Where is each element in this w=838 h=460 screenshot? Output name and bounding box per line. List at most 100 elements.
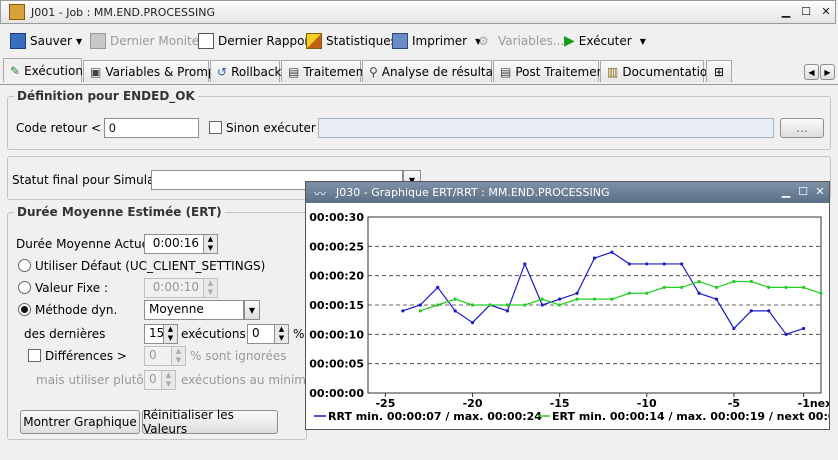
play-icon: ▶ <box>564 33 575 49</box>
reset-values-button[interactable]: Réinitialiser les Valeurs <box>142 408 278 436</box>
else-execute-field[interactable] <box>318 118 774 138</box>
plus-icon: ⊞ <box>713 64 725 79</box>
data-point <box>697 279 701 284</box>
data-point <box>401 309 405 313</box>
percent-label: % <box>293 327 305 341</box>
job-icon <box>9 4 25 20</box>
but-use-label: mais utiliser plutôt: <box>36 373 153 387</box>
processing-icon: ▤ <box>288 64 300 79</box>
maximize-icon[interactable]: ☐ <box>799 5 813 19</box>
chevron-down-icon[interactable]: ▼ <box>76 37 82 46</box>
tab-post-processing[interactable]: ▤ Post Traitement <box>493 60 609 82</box>
data-point <box>714 285 719 289</box>
tab-scroll-left-button[interactable]: ◀ <box>804 64 819 80</box>
tab-documentation[interactable]: ▥ Documentation <box>600 60 715 82</box>
differences-field[interactable]: 0 <box>144 346 172 366</box>
print-button[interactable]: Imprimer ▼ <box>392 32 481 50</box>
close-icon[interactable]: ✕ <box>819 5 833 19</box>
documentation-icon: ▥ <box>607 64 619 79</box>
data-point <box>610 297 614 301</box>
minimize-icon[interactable]: ▁ <box>779 5 793 19</box>
graph-window: 〰 J030 - Graphique ERT/RRT : MM.END.PROC… <box>305 181 830 430</box>
floppy-disk-icon <box>10 33 26 49</box>
dynamic-method-select[interactable]: Moyenne <box>144 300 244 320</box>
fixed-value-radio[interactable] <box>18 281 31 294</box>
data-point <box>662 285 666 289</box>
statistics-label: Statistiques <box>326 34 397 48</box>
tab-scroll-right-button[interactable]: ▶ <box>820 64 835 80</box>
plus-percent-spinner[interactable]: ▲ ▼ <box>275 324 289 344</box>
plus-percent-field[interactable]: 0 <box>247 324 275 344</box>
data-point <box>418 309 422 313</box>
x-tick-label: -5 <box>728 397 740 410</box>
last-report-button[interactable]: Dernier Rapport <box>198 32 314 50</box>
statistics-button[interactable]: Statistiques <box>306 32 397 50</box>
current-duration-field[interactable]: 0:00:16 <box>144 234 204 254</box>
return-code-input[interactable] <box>104 118 199 138</box>
tab-label: Analyse de résultats <box>381 64 504 79</box>
use-default-radio[interactable] <box>18 259 31 272</box>
minimum-field[interactable]: 0 <box>144 370 162 390</box>
last-executions-field[interactable]: 15 <box>144 324 164 344</box>
last-monitor-button[interactable]: Dernier Moniteur <box>90 32 212 50</box>
ignored-label: % sont ignorées <box>190 349 287 363</box>
dynamic-method-radio[interactable] <box>18 303 31 316</box>
data-point <box>801 285 806 289</box>
tab-execution[interactable]: ✎ Exécution <box>3 58 83 82</box>
variables-button[interactable]: ⚙ Variables... <box>478 32 564 50</box>
data-point <box>767 309 771 313</box>
differences-checkbox[interactable] <box>28 349 41 362</box>
toolbar: Sauver ▼ Dernier Moniteur Dernier Rappor… <box>0 28 838 54</box>
data-point <box>575 297 579 301</box>
data-point <box>436 285 440 289</box>
fixed-value-spinner[interactable]: ▲ ▼ <box>204 278 218 298</box>
fixed-value-label: Valeur Fixe : <box>35 281 109 295</box>
data-point <box>767 285 771 289</box>
last-executions-spinner[interactable]: ▲ ▼ <box>164 324 178 344</box>
chevron-down-icon[interactable]: ▼ <box>640 37 646 46</box>
data-point <box>470 303 475 307</box>
variables-label: Variables... <box>498 34 565 48</box>
window-title: J001 - Job : MM.END.PROCESSING <box>31 6 216 19</box>
x-tick-label: -15 <box>550 397 570 410</box>
graph-window-title: J030 - Graphique ERT/RRT : MM.END.PROCES… <box>336 186 610 199</box>
minimize-icon[interactable]: ▁ <box>780 185 792 198</box>
tab-variables-prompts[interactable]: ▣ Variables & Prompts <box>83 60 226 82</box>
browse-button[interactable]: ... <box>780 118 824 138</box>
data-point <box>784 332 788 336</box>
tab-label: Post Traitement <box>515 64 609 79</box>
data-point <box>680 262 684 266</box>
close-icon[interactable]: ✕ <box>814 185 826 198</box>
differences-spinner[interactable]: ▲ ▼ <box>172 346 186 366</box>
data-point <box>732 326 736 331</box>
window-titlebar: J001 - Job : MM.END.PROCESSING ▁ ☐ ✕ <box>0 0 836 24</box>
print-label: Imprimer <box>412 34 468 48</box>
data-point <box>523 303 527 307</box>
show-graph-button[interactable]: Montrer Graphique <box>20 410 140 434</box>
tab-bar: ✎ Exécution ▣ Variables & Prompts ↺ Roll… <box>0 58 838 85</box>
fixed-value-field[interactable]: 0:00:10 <box>144 278 204 298</box>
report-icon <box>198 33 214 49</box>
monitor-icon <box>90 33 106 49</box>
maximize-icon[interactable]: ☐ <box>797 185 809 198</box>
data-point <box>645 262 649 266</box>
rollback-icon: ↺ <box>217 64 228 79</box>
data-point <box>610 250 614 254</box>
graph-icon: 〰 <box>314 187 327 201</box>
tab-processing[interactable]: ▤ Traitement <box>281 60 368 82</box>
else-execute-checkbox[interactable] <box>209 121 222 134</box>
dynamic-method-dropdown-button[interactable]: ▼ <box>244 300 260 320</box>
graph-window-titlebar: 〰 J030 - Graphique ERT/RRT : MM.END.PROC… <box>306 182 829 203</box>
minimum-spinner[interactable]: ▲ ▼ <box>162 370 176 390</box>
execute-button[interactable]: ▶ Exécuter ▼ <box>564 32 646 50</box>
data-point <box>418 303 422 307</box>
tab-add-button[interactable]: ⊞ <box>706 60 732 82</box>
save-button[interactable]: Sauver ▼ <box>10 32 82 50</box>
tab-rollback[interactable]: ↺ Rollback <box>210 60 281 82</box>
current-duration-spinner[interactable]: ▲ ▼ <box>204 234 218 254</box>
statistics-icon <box>306 33 322 49</box>
x-tick-label: -1next <box>798 397 829 410</box>
data-point <box>627 291 631 295</box>
tab-label: Traitement <box>303 64 369 79</box>
tab-result-analysis[interactable]: ⚲ Analyse de résultats <box>362 60 504 82</box>
